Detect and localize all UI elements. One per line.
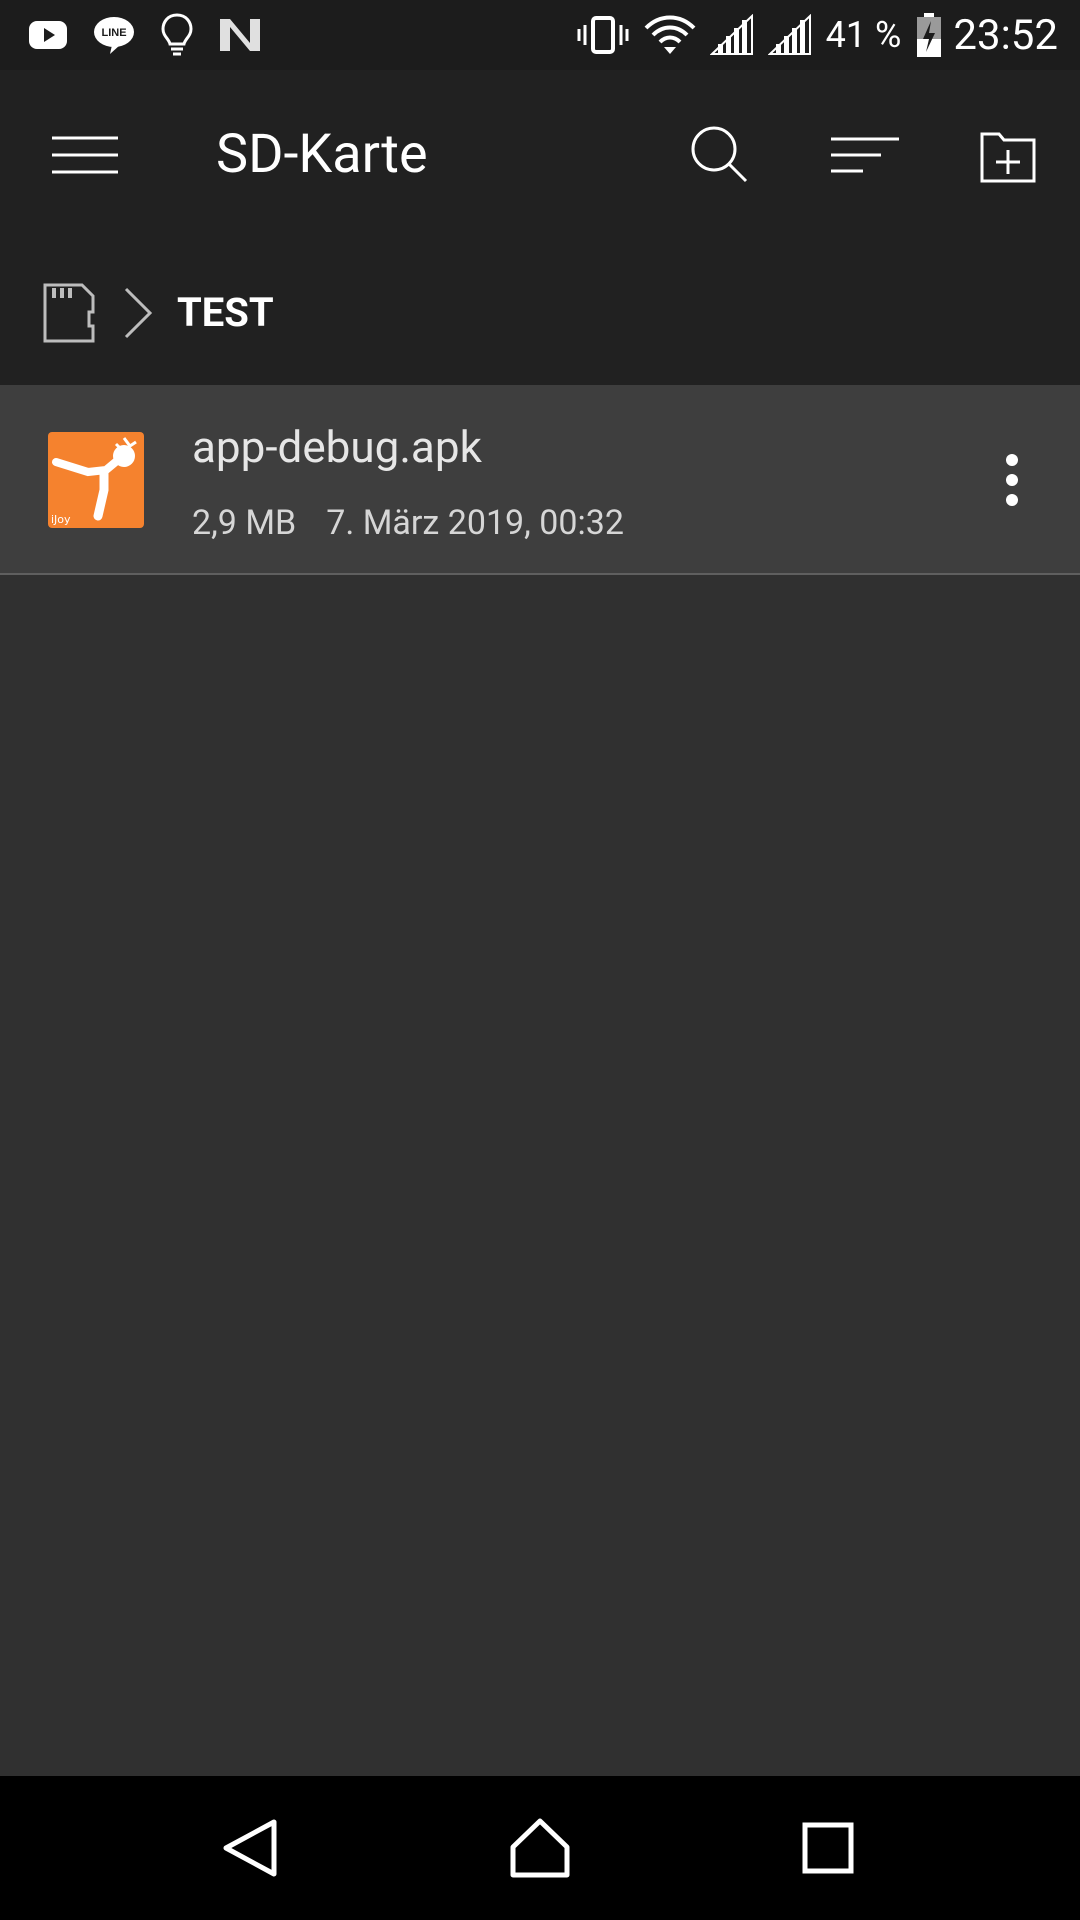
status-bar-system: 41 % 23:52	[562, 11, 1058, 60]
more-options-button[interactable]	[972, 430, 1052, 530]
chevron-right-icon	[124, 287, 153, 339]
more-vert-icon	[1006, 454, 1018, 506]
signal-icon	[709, 14, 753, 55]
back-icon	[223, 1819, 277, 1877]
line-icon: LINE	[94, 17, 134, 54]
file-list: iJoy app-debug.apk 2,9 MB 7. März 2019, …	[0, 385, 1080, 575]
breadcrumb: TEST	[0, 240, 1080, 385]
youtube-icon	[29, 21, 67, 49]
apk-app-icon: iJoy	[48, 432, 144, 528]
recents-icon	[802, 1822, 854, 1874]
sd-card-icon	[43, 283, 95, 343]
file-size: 2,9 MB	[192, 503, 297, 543]
list-item[interactable]: iJoy app-debug.apk 2,9 MB 7. März 2019, …	[0, 385, 1080, 575]
breadcrumb-current[interactable]: TEST	[177, 240, 274, 385]
sort-button[interactable]	[820, 115, 910, 195]
status-bar: LINE 41 % 23:52	[0, 0, 1080, 70]
search-icon	[691, 126, 748, 183]
battery-percent: 41 %	[825, 14, 902, 56]
battery-charging-icon	[917, 13, 942, 57]
app-bar: SD-Karte TEST	[0, 70, 1080, 385]
home-icon	[510, 1818, 570, 1878]
lightbulb-icon	[161, 13, 193, 56]
breadcrumb-root[interactable]	[40, 280, 98, 346]
sort-icon	[831, 137, 899, 173]
vibrate-icon	[577, 16, 629, 54]
status-bar-notifications: LINE	[28, 13, 286, 57]
home-button[interactable]	[490, 1798, 590, 1898]
file-name: app-debug.apk	[192, 421, 482, 473]
signal-icon	[767, 14, 811, 55]
n-notification-icon	[220, 19, 260, 51]
navigation-bar	[0, 1776, 1080, 1920]
thumb-label: iJoy	[51, 513, 71, 526]
svg-text:LINE: LINE	[101, 27, 126, 39]
menu-button[interactable]	[40, 123, 130, 187]
menu-icon	[52, 136, 118, 174]
clock: 23:52	[953, 10, 1058, 60]
wifi-icon	[644, 15, 696, 54]
file-meta: 2,9 MB 7. März 2019, 00:32	[192, 503, 654, 543]
toolbar: SD-Karte	[0, 70, 1080, 240]
search-button[interactable]	[680, 115, 760, 195]
new-folder-icon	[980, 132, 1036, 183]
breadcrumb-separator	[120, 280, 156, 346]
new-folder-button[interactable]	[968, 115, 1048, 195]
recents-button[interactable]	[778, 1798, 878, 1898]
file-date: 7. März 2019, 00:32	[326, 503, 624, 543]
page-title: SD-Karte	[216, 123, 428, 186]
back-button[interactable]	[200, 1798, 300, 1898]
